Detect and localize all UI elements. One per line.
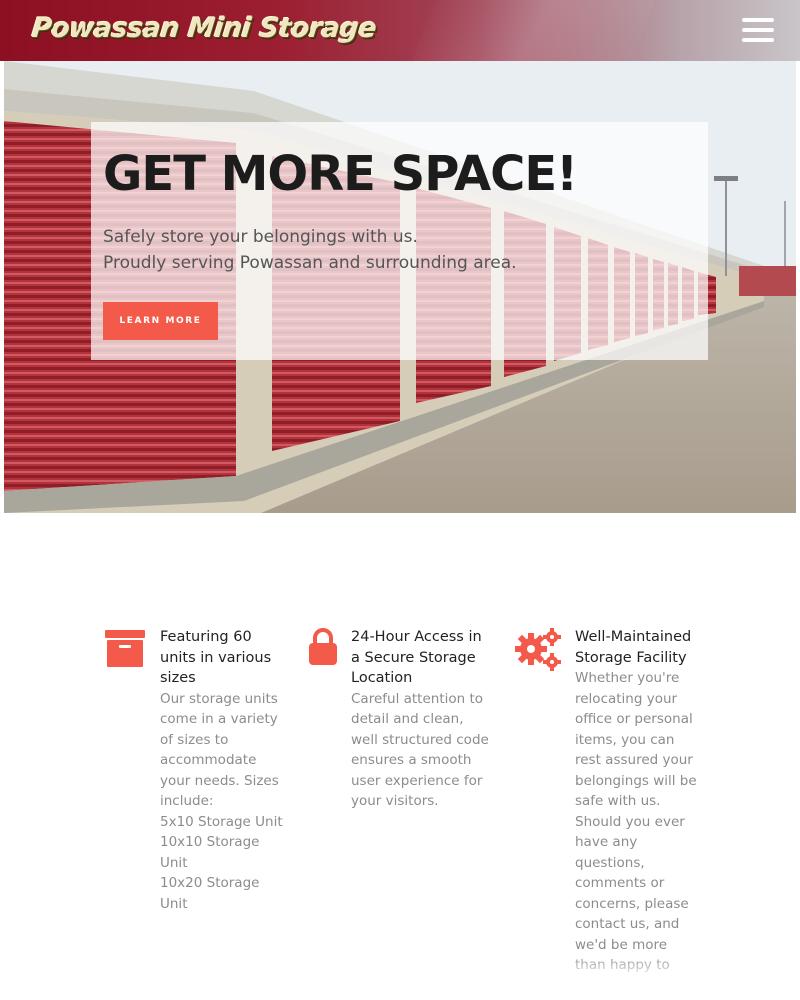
hero-title: GET MORE SPACE!: [103, 146, 578, 202]
site-header: Powassan Mini Storage: [0, 0, 800, 61]
site-logo[interactable]: Powassan Mini Storage: [30, 13, 377, 44]
feature-body-line: Careful attention to detail and clean, w…: [351, 690, 489, 810]
feature-text: Well-Maintained Storage Facility Whether…: [575, 627, 697, 996]
feature-body-line: Our storage units come in a variety of s…: [160, 690, 279, 810]
feature-body: Our storage units come in a variety of s…: [160, 689, 290, 915]
hero-banner: GET MORE SPACE! Safely store your belong…: [4, 61, 796, 513]
hero-subtitle: Safely store your belongings with us. Pr…: [103, 224, 517, 276]
lock-icon: [309, 628, 337, 665]
feature-body-line: 5x10 Storage Unit: [160, 813, 283, 830]
scroll-fade: [0, 955, 800, 1000]
feature-title: Featuring 60 units in various sizes: [160, 629, 272, 686]
feature-title: 24-Hour Access in a Secure Storage Locat…: [351, 629, 482, 686]
storage-box-icon: [105, 630, 145, 667]
feature-body: Whether you're relocating your office or…: [575, 668, 697, 996]
menu-bar: [742, 28, 774, 32]
menu-bar: [742, 38, 774, 42]
learn-more-button[interactable]: LEARN MORE: [103, 302, 218, 340]
feature-text: 24-Hour Access in a Secure Storage Locat…: [351, 627, 491, 812]
feature-body-line: Whether you're relocating your office or…: [575, 670, 697, 994]
feature-body-line: 10x20 Storage Unit: [160, 875, 260, 912]
hamburger-menu-icon[interactable]: [742, 16, 774, 46]
feature-body-line: 10x10 Storage Unit: [160, 834, 260, 871]
hero-panel: GET MORE SPACE! Safely store your belong…: [91, 122, 708, 360]
feature-title: Well-Maintained Storage Facility: [575, 629, 692, 666]
feature-text: Featuring 60 units in various sizes Our …: [160, 627, 290, 914]
gears-icon: [515, 628, 561, 671]
hero-subtitle-line: Safely store your belongings with us.: [103, 227, 418, 247]
feature-body: Careful attention to detail and clean, w…: [351, 689, 491, 812]
header-sheen: [394, 0, 666, 61]
hero-subtitle-line: Proudly serving Powassan and surrounding…: [103, 253, 517, 273]
menu-bar: [742, 18, 774, 22]
